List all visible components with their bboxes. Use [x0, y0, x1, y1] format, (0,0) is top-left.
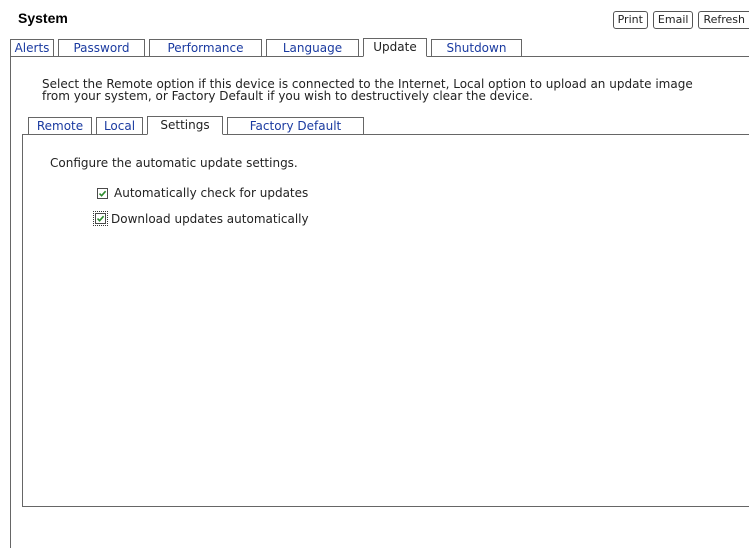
settings-intro: Configure the automatic update settings.	[50, 156, 298, 170]
subtab-remote[interactable]: Remote	[28, 117, 92, 135]
auto-download-option[interactable]: Download updates automatically	[93, 211, 309, 226]
subtab-settings[interactable]: Settings	[147, 116, 223, 135]
checkmark-icon	[96, 215, 105, 222]
header-actions: Print Email Refresh	[612, 11, 749, 29]
tab-alerts[interactable]: Alerts	[10, 39, 54, 57]
tab-language[interactable]: Language	[266, 39, 359, 57]
tab-shutdown[interactable]: Shutdown	[431, 39, 522, 57]
focus-outline	[93, 211, 108, 226]
auto-download-checkbox[interactable]	[95, 213, 106, 224]
update-description-line-2: from your system, or Factory Default if …	[42, 89, 533, 103]
auto-download-label[interactable]: Download updates automatically	[111, 212, 309, 226]
tab-update[interactable]: Update	[363, 38, 427, 57]
tab-password[interactable]: Password	[58, 39, 145, 57]
auto-check-option[interactable]: Automatically check for updates	[97, 186, 308, 200]
page-title: System	[18, 10, 68, 26]
refresh-button[interactable]: Refresh	[698, 11, 749, 29]
email-button[interactable]: Email	[652, 11, 694, 29]
system-page: System Print Email Refresh Alerts Passwo…	[0, 0, 749, 548]
update-subtabs: Remote Local Settings Factory Default	[28, 116, 368, 135]
print-button[interactable]: Print	[612, 11, 648, 29]
system-tabs: Alerts Password Performance Language Upd…	[10, 38, 526, 57]
subtab-local[interactable]: Local	[96, 117, 143, 135]
auto-check-label[interactable]: Automatically check for updates	[114, 186, 308, 200]
tab-performance[interactable]: Performance	[149, 39, 262, 57]
auto-check-checkbox[interactable]	[97, 187, 108, 199]
subtab-factory-default[interactable]: Factory Default	[227, 117, 364, 135]
checkmark-icon	[98, 190, 107, 197]
update-description: Select the Remote option if this device …	[42, 78, 732, 102]
